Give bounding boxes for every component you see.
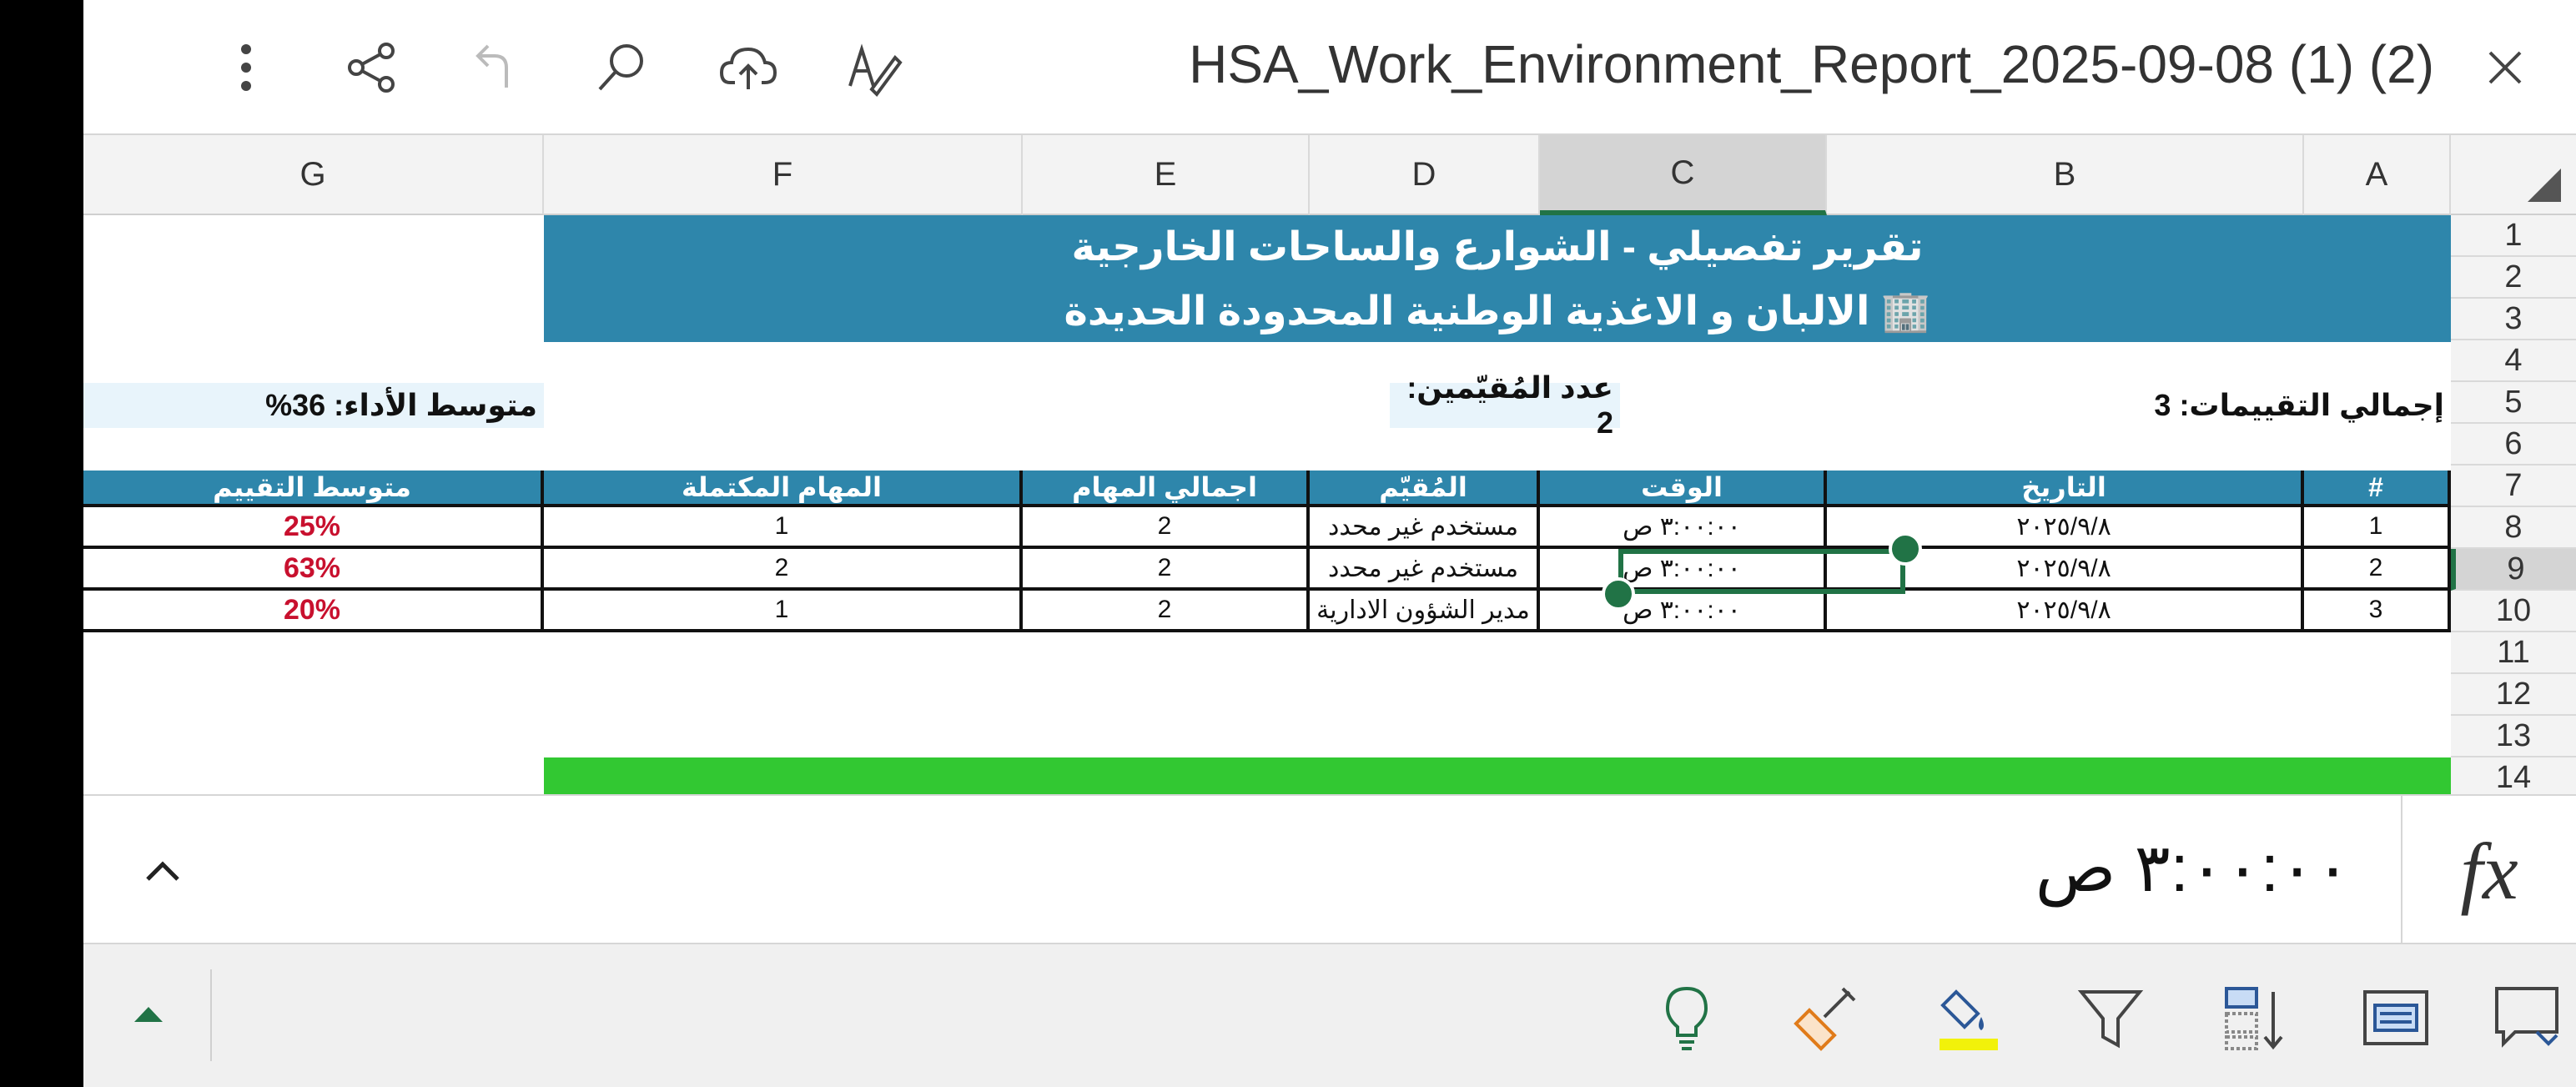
row-header-7[interactable]: 7 bbox=[2451, 465, 2576, 507]
cell-number[interactable]: 3 bbox=[2304, 591, 2451, 632]
header-evaluator[interactable]: المُقيّم bbox=[1310, 471, 1540, 507]
cell-number[interactable]: 1 bbox=[2304, 507, 2451, 549]
header-completed-tasks[interactable]: المهام المكتملة bbox=[544, 471, 1023, 507]
select-all-corner[interactable] bbox=[2451, 135, 2576, 215]
total-evaluations[interactable]: إجمالي التقييمات: 3 bbox=[1827, 383, 2451, 428]
toolbar-divider bbox=[210, 969, 212, 1061]
row-header-14[interactable]: 14 bbox=[2451, 757, 2576, 794]
header-time[interactable]: الوقت bbox=[1540, 471, 1827, 507]
cell-time[interactable]: ٣:٠٠:٠٠ ص bbox=[1540, 591, 1827, 632]
fx-icon[interactable]: fx bbox=[2401, 796, 2576, 946]
expand-formula-button[interactable] bbox=[125, 833, 200, 908]
cell-time-selected[interactable]: ٣:٠٠:٠٠ ص bbox=[1540, 549, 1827, 591]
close-icon[interactable] bbox=[2468, 30, 2543, 105]
spreadsheet-grid[interactable]: G F E D C B A 1 2 3 4 5 6 7 8 9 10 11 12… bbox=[83, 135, 2576, 794]
cell-avg-rating[interactable]: 63% bbox=[83, 549, 544, 591]
evaluators-count[interactable]: عدد المُقيّمين: 2 bbox=[1390, 370, 1620, 440]
row-header-4[interactable]: 4 bbox=[2451, 340, 2576, 382]
cell-completed-tasks[interactable]: 1 bbox=[544, 507, 1023, 549]
column-header-e[interactable]: E bbox=[1023, 135, 1310, 215]
cell-date[interactable]: ٢٠٢٥/٩/٨ bbox=[1827, 591, 2304, 632]
wrap-text-icon[interactable] bbox=[2354, 976, 2438, 1059]
row-header-13[interactable]: 13 bbox=[2451, 716, 2576, 757]
sort-icon[interactable] bbox=[2214, 976, 2297, 1059]
header-number[interactable]: # bbox=[2304, 471, 2451, 507]
excel-app: HSA_Work_Environment_Report_2025-09-08 (… bbox=[83, 0, 2576, 1087]
row-header-1[interactable]: 1 bbox=[2451, 215, 2576, 257]
draw-icon[interactable] bbox=[836, 30, 911, 105]
column-header-c[interactable]: C bbox=[1540, 135, 1827, 215]
fill-color-icon[interactable] bbox=[1927, 976, 2010, 1059]
cell-avg-rating[interactable]: 20% bbox=[83, 591, 544, 632]
more-icon[interactable] bbox=[209, 30, 284, 105]
header-date[interactable]: التاريخ bbox=[1827, 471, 2304, 507]
row-header-8[interactable]: 8 bbox=[2451, 507, 2576, 549]
row-header-2[interactable]: 2 bbox=[2451, 257, 2576, 299]
average-performance[interactable]: متوسط الأداء: 36% bbox=[83, 383, 544, 428]
cell-number[interactable]: 2 bbox=[2304, 549, 2451, 591]
cell-total-tasks[interactable]: 2 bbox=[1023, 591, 1310, 632]
row-header-9[interactable]: 9 bbox=[2451, 549, 2576, 591]
ideas-icon[interactable] bbox=[1645, 976, 1728, 1059]
column-header-f[interactable]: F bbox=[544, 135, 1023, 215]
share-icon[interactable] bbox=[334, 30, 409, 105]
document-title: HSA_Work_Environment_Report_2025-09-08 (… bbox=[1189, 34, 2434, 94]
comment-icon[interactable] bbox=[2486, 976, 2569, 1059]
row-header-6[interactable]: 6 bbox=[2451, 424, 2576, 465]
cell-completed-tasks[interactable]: 1 bbox=[544, 591, 1023, 632]
cloud-upload-icon[interactable] bbox=[711, 30, 786, 105]
row-header-10[interactable]: 10 bbox=[2451, 591, 2576, 632]
section-bar-green[interactable] bbox=[544, 757, 2451, 794]
row-header-3[interactable]: 3 bbox=[2451, 299, 2576, 340]
clear-format-icon[interactable] bbox=[1784, 976, 1867, 1059]
row-header-12[interactable]: 12 bbox=[2451, 674, 2576, 716]
row-header-5[interactable]: 5 bbox=[2451, 382, 2576, 424]
redo-icon[interactable] bbox=[459, 30, 534, 105]
column-header-g[interactable]: G bbox=[83, 135, 544, 215]
cell-evaluator[interactable]: مدير الشؤون الادارية bbox=[1310, 591, 1540, 632]
column-header-a[interactable]: A bbox=[2304, 135, 2451, 215]
row-header-11[interactable]: 11 bbox=[2451, 632, 2576, 674]
header-avg-rating[interactable]: متوسط التقييم bbox=[83, 471, 544, 507]
cell-avg-rating[interactable]: 25% bbox=[83, 507, 544, 549]
toggle-ribbon-icon[interactable] bbox=[107, 976, 190, 1059]
formula-input[interactable]: ٣:٠٠:٠٠ ص bbox=[2035, 829, 2351, 907]
cell-total-tasks[interactable]: 2 bbox=[1023, 549, 1310, 591]
cell-completed-tasks[interactable]: 2 bbox=[544, 549, 1023, 591]
banner-company: 🏢 الالبان و الاغذية الوطنية المحدودة الح… bbox=[1064, 289, 1931, 334]
cell-evaluator[interactable]: مستخدم غير محدد bbox=[1310, 549, 1540, 591]
report-banner[interactable]: تقرير تفصيلي - الشوارع والساحات الخارجية… bbox=[544, 215, 2451, 342]
bottom-toolbar bbox=[83, 944, 2576, 1087]
banner-title: تقرير تفصيلي - الشوارع والساحات الخارجية bbox=[1071, 225, 1924, 269]
header-total-tasks[interactable]: اجمالي المهام bbox=[1023, 471, 1310, 507]
cell-total-tasks[interactable]: 2 bbox=[1023, 507, 1310, 549]
column-header-b[interactable]: B bbox=[1827, 135, 2304, 215]
search-icon[interactable] bbox=[584, 30, 659, 105]
selection-handle-top[interactable] bbox=[1889, 532, 1922, 566]
selection-handle-bottom[interactable] bbox=[1602, 577, 1635, 611]
filter-icon[interactable] bbox=[2069, 976, 2152, 1059]
cell-time[interactable]: ٣:٠٠:٠٠ ص bbox=[1540, 507, 1827, 549]
top-toolbar: HSA_Work_Environment_Report_2025-09-08 (… bbox=[83, 0, 2576, 135]
formula-bar: ٣:٠٠:٠٠ ص fx bbox=[83, 794, 2576, 946]
cell-evaluator[interactable]: مستخدم غير محدد bbox=[1310, 507, 1540, 549]
column-header-d[interactable]: D bbox=[1310, 135, 1540, 215]
